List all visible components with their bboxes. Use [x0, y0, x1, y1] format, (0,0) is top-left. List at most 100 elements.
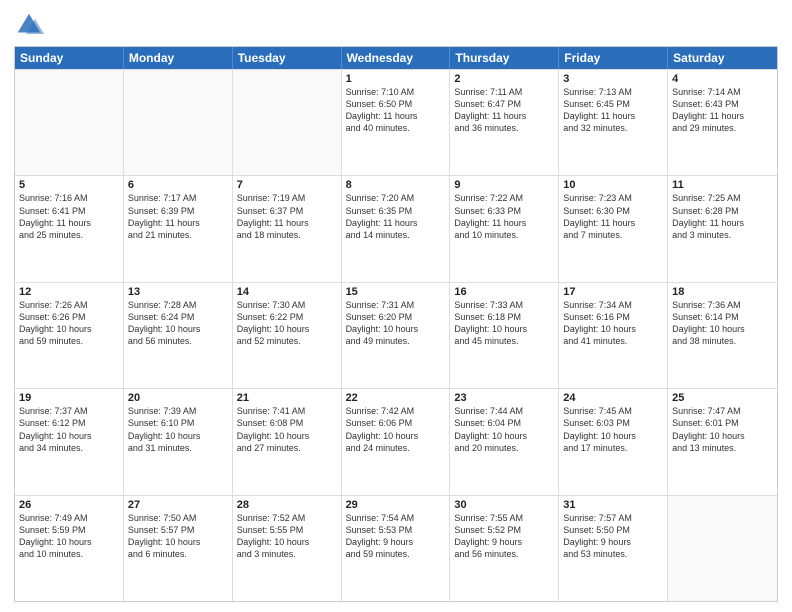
week-row-5: 26Sunrise: 7:49 AM Sunset: 5:59 PM Dayli… — [15, 495, 777, 601]
cal-cell: 10Sunrise: 7:23 AM Sunset: 6:30 PM Dayli… — [559, 176, 668, 281]
cell-info-text: Sunrise: 7:57 AM Sunset: 5:50 PM Dayligh… — [563, 512, 663, 561]
cal-cell — [668, 496, 777, 601]
calendar-body: 1Sunrise: 7:10 AM Sunset: 6:50 PM Daylig… — [15, 69, 777, 601]
cell-info-text: Sunrise: 7:55 AM Sunset: 5:52 PM Dayligh… — [454, 512, 554, 561]
cell-info-text: Sunrise: 7:42 AM Sunset: 6:06 PM Dayligh… — [346, 405, 446, 454]
cell-date-number: 9 — [454, 179, 554, 191]
cell-date-number: 4 — [672, 73, 773, 85]
logo-icon — [14, 10, 44, 40]
cell-info-text: Sunrise: 7:54 AM Sunset: 5:53 PM Dayligh… — [346, 512, 446, 561]
cell-date-number: 27 — [128, 499, 228, 511]
calendar: SundayMondayTuesdayWednesdayThursdayFrid… — [14, 46, 778, 602]
cell-info-text: Sunrise: 7:11 AM Sunset: 6:47 PM Dayligh… — [454, 86, 554, 135]
cal-cell: 13Sunrise: 7:28 AM Sunset: 6:24 PM Dayli… — [124, 283, 233, 388]
cal-cell: 14Sunrise: 7:30 AM Sunset: 6:22 PM Dayli… — [233, 283, 342, 388]
cal-cell — [124, 70, 233, 175]
cal-cell: 3Sunrise: 7:13 AM Sunset: 6:45 PM Daylig… — [559, 70, 668, 175]
cell-info-text: Sunrise: 7:37 AM Sunset: 6:12 PM Dayligh… — [19, 405, 119, 454]
cal-cell: 24Sunrise: 7:45 AM Sunset: 6:03 PM Dayli… — [559, 389, 668, 494]
week-row-4: 19Sunrise: 7:37 AM Sunset: 6:12 PM Dayli… — [15, 388, 777, 494]
cal-cell: 8Sunrise: 7:20 AM Sunset: 6:35 PM Daylig… — [342, 176, 451, 281]
cell-date-number: 10 — [563, 179, 663, 191]
cell-date-number: 29 — [346, 499, 446, 511]
cal-cell: 17Sunrise: 7:34 AM Sunset: 6:16 PM Dayli… — [559, 283, 668, 388]
cell-info-text: Sunrise: 7:26 AM Sunset: 6:26 PM Dayligh… — [19, 299, 119, 348]
cal-cell: 28Sunrise: 7:52 AM Sunset: 5:55 PM Dayli… — [233, 496, 342, 601]
cal-cell: 27Sunrise: 7:50 AM Sunset: 5:57 PM Dayli… — [124, 496, 233, 601]
cal-cell: 4Sunrise: 7:14 AM Sunset: 6:43 PM Daylig… — [668, 70, 777, 175]
cell-date-number: 14 — [237, 286, 337, 298]
week-row-1: 1Sunrise: 7:10 AM Sunset: 6:50 PM Daylig… — [15, 69, 777, 175]
cell-info-text: Sunrise: 7:25 AM Sunset: 6:28 PM Dayligh… — [672, 192, 773, 241]
day-header-friday: Friday — [559, 47, 668, 69]
day-header-sunday: Sunday — [15, 47, 124, 69]
page: SundayMondayTuesdayWednesdayThursdayFrid… — [0, 0, 792, 612]
cal-cell: 1Sunrise: 7:10 AM Sunset: 6:50 PM Daylig… — [342, 70, 451, 175]
cell-date-number: 18 — [672, 286, 773, 298]
cell-date-number: 16 — [454, 286, 554, 298]
cal-cell: 30Sunrise: 7:55 AM Sunset: 5:52 PM Dayli… — [450, 496, 559, 601]
cell-info-text: Sunrise: 7:47 AM Sunset: 6:01 PM Dayligh… — [672, 405, 773, 454]
cell-date-number: 7 — [237, 179, 337, 191]
cell-date-number: 30 — [454, 499, 554, 511]
cal-cell: 23Sunrise: 7:44 AM Sunset: 6:04 PM Dayli… — [450, 389, 559, 494]
cell-info-text: Sunrise: 7:39 AM Sunset: 6:10 PM Dayligh… — [128, 405, 228, 454]
cell-date-number: 8 — [346, 179, 446, 191]
cell-date-number: 6 — [128, 179, 228, 191]
cal-cell: 15Sunrise: 7:31 AM Sunset: 6:20 PM Dayli… — [342, 283, 451, 388]
cal-cell: 29Sunrise: 7:54 AM Sunset: 5:53 PM Dayli… — [342, 496, 451, 601]
cell-date-number: 31 — [563, 499, 663, 511]
week-row-2: 5Sunrise: 7:16 AM Sunset: 6:41 PM Daylig… — [15, 175, 777, 281]
day-header-saturday: Saturday — [668, 47, 777, 69]
cal-cell: 5Sunrise: 7:16 AM Sunset: 6:41 PM Daylig… — [15, 176, 124, 281]
cell-info-text: Sunrise: 7:41 AM Sunset: 6:08 PM Dayligh… — [237, 405, 337, 454]
cell-info-text: Sunrise: 7:14 AM Sunset: 6:43 PM Dayligh… — [672, 86, 773, 135]
cell-info-text: Sunrise: 7:22 AM Sunset: 6:33 PM Dayligh… — [454, 192, 554, 241]
cal-cell: 18Sunrise: 7:36 AM Sunset: 6:14 PM Dayli… — [668, 283, 777, 388]
cell-info-text: Sunrise: 7:31 AM Sunset: 6:20 PM Dayligh… — [346, 299, 446, 348]
cell-date-number: 21 — [237, 392, 337, 404]
cal-cell: 26Sunrise: 7:49 AM Sunset: 5:59 PM Dayli… — [15, 496, 124, 601]
cal-cell — [15, 70, 124, 175]
cell-date-number: 25 — [672, 392, 773, 404]
cell-date-number: 24 — [563, 392, 663, 404]
cal-cell: 7Sunrise: 7:19 AM Sunset: 6:37 PM Daylig… — [233, 176, 342, 281]
cell-date-number: 15 — [346, 286, 446, 298]
day-header-tuesday: Tuesday — [233, 47, 342, 69]
cell-info-text: Sunrise: 7:19 AM Sunset: 6:37 PM Dayligh… — [237, 192, 337, 241]
cal-cell: 2Sunrise: 7:11 AM Sunset: 6:47 PM Daylig… — [450, 70, 559, 175]
cal-cell: 19Sunrise: 7:37 AM Sunset: 6:12 PM Dayli… — [15, 389, 124, 494]
cell-info-text: Sunrise: 7:28 AM Sunset: 6:24 PM Dayligh… — [128, 299, 228, 348]
cell-info-text: Sunrise: 7:17 AM Sunset: 6:39 PM Dayligh… — [128, 192, 228, 241]
cal-cell: 25Sunrise: 7:47 AM Sunset: 6:01 PM Dayli… — [668, 389, 777, 494]
cell-info-text: Sunrise: 7:23 AM Sunset: 6:30 PM Dayligh… — [563, 192, 663, 241]
cal-cell — [233, 70, 342, 175]
cell-date-number: 20 — [128, 392, 228, 404]
cell-date-number: 2 — [454, 73, 554, 85]
cell-date-number: 22 — [346, 392, 446, 404]
cell-date-number: 3 — [563, 73, 663, 85]
cell-info-text: Sunrise: 7:50 AM Sunset: 5:57 PM Dayligh… — [128, 512, 228, 561]
cell-info-text: Sunrise: 7:44 AM Sunset: 6:04 PM Dayligh… — [454, 405, 554, 454]
cell-info-text: Sunrise: 7:52 AM Sunset: 5:55 PM Dayligh… — [237, 512, 337, 561]
day-header-thursday: Thursday — [450, 47, 559, 69]
cal-cell: 31Sunrise: 7:57 AM Sunset: 5:50 PM Dayli… — [559, 496, 668, 601]
cell-info-text: Sunrise: 7:34 AM Sunset: 6:16 PM Dayligh… — [563, 299, 663, 348]
cell-info-text: Sunrise: 7:20 AM Sunset: 6:35 PM Dayligh… — [346, 192, 446, 241]
cell-info-text: Sunrise: 7:10 AM Sunset: 6:50 PM Dayligh… — [346, 86, 446, 135]
cal-cell: 21Sunrise: 7:41 AM Sunset: 6:08 PM Dayli… — [233, 389, 342, 494]
day-header-wednesday: Wednesday — [342, 47, 451, 69]
cell-info-text: Sunrise: 7:16 AM Sunset: 6:41 PM Dayligh… — [19, 192, 119, 241]
cal-cell: 12Sunrise: 7:26 AM Sunset: 6:26 PM Dayli… — [15, 283, 124, 388]
cell-date-number: 1 — [346, 73, 446, 85]
cell-date-number: 12 — [19, 286, 119, 298]
cal-cell: 6Sunrise: 7:17 AM Sunset: 6:39 PM Daylig… — [124, 176, 233, 281]
header — [14, 10, 778, 40]
cell-date-number: 17 — [563, 286, 663, 298]
cell-info-text: Sunrise: 7:13 AM Sunset: 6:45 PM Dayligh… — [563, 86, 663, 135]
cell-date-number: 23 — [454, 392, 554, 404]
cell-info-text: Sunrise: 7:33 AM Sunset: 6:18 PM Dayligh… — [454, 299, 554, 348]
cell-info-text: Sunrise: 7:45 AM Sunset: 6:03 PM Dayligh… — [563, 405, 663, 454]
cell-date-number: 11 — [672, 179, 773, 191]
calendar-header: SundayMondayTuesdayWednesdayThursdayFrid… — [15, 47, 777, 69]
